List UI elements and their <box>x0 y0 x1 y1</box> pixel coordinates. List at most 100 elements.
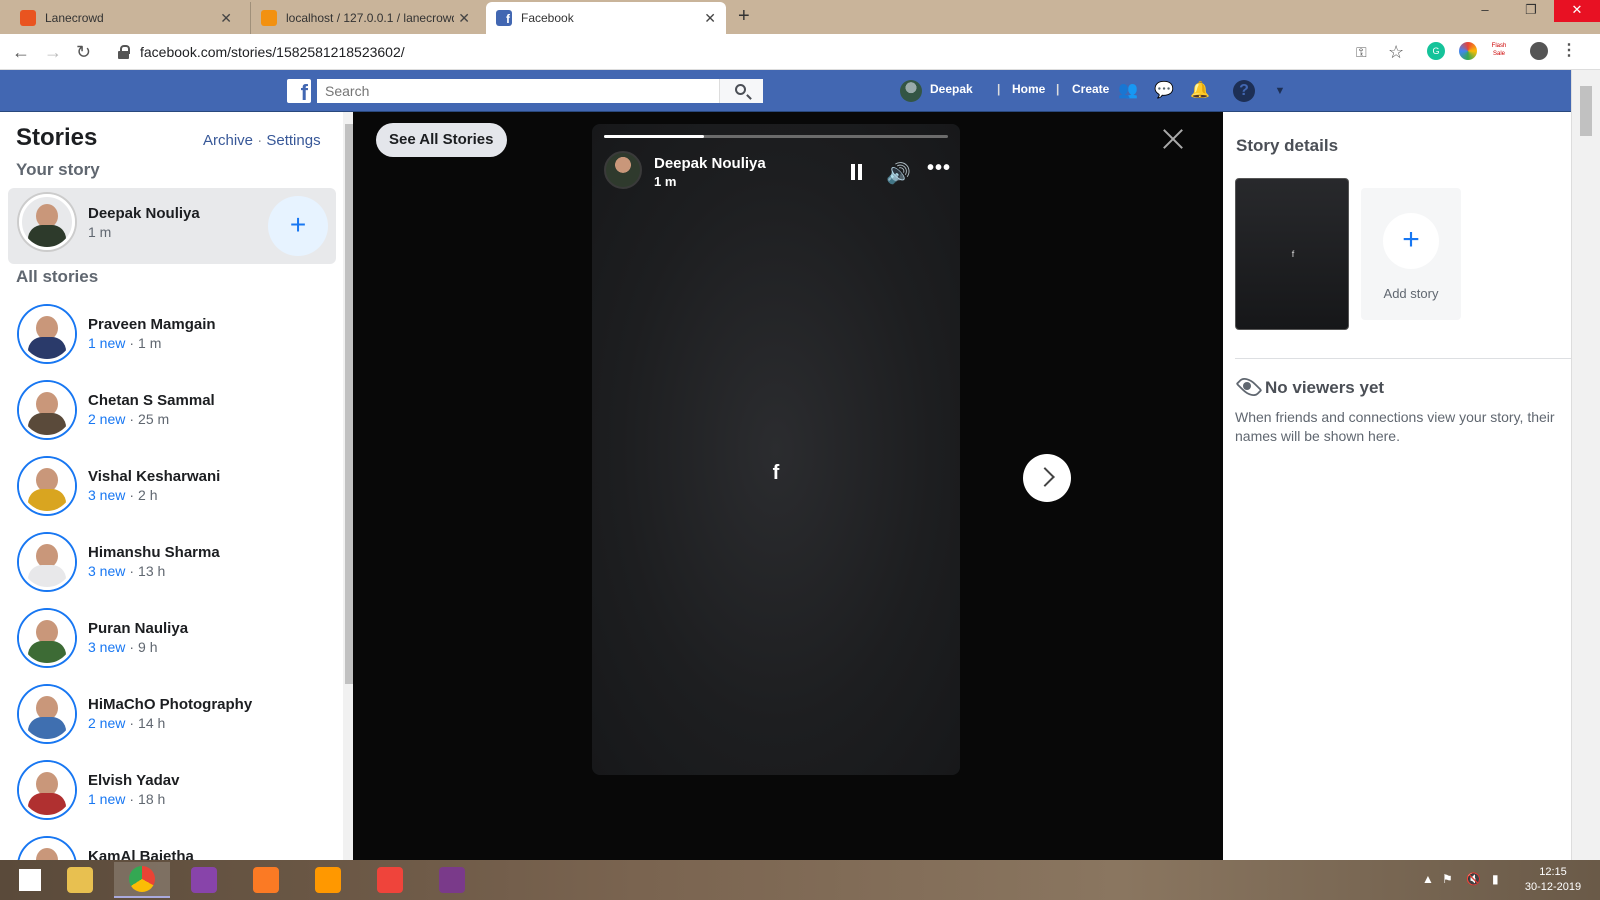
story-time: 18 h <box>138 791 166 807</box>
taskbar-anydesk[interactable] <box>362 862 418 898</box>
story-meta: 1 new · 18 h <box>88 791 165 807</box>
tab-phpmyadmin[interactable]: localhost / 127.0.0.1 / lanecrowd ✕ <box>250 2 480 34</box>
avatar <box>19 838 75 860</box>
avatar <box>19 686 75 742</box>
separator: · <box>129 487 135 503</box>
forward-arrow-icon[interactable]: → <box>44 42 62 63</box>
friends-icon[interactable]: 👥 <box>1117 80 1139 102</box>
add-to-story-button[interactable]: + <box>268 196 328 256</box>
bookmark-star-icon[interactable]: ☆ <box>1388 42 1404 63</box>
grammarly-extension-icon[interactable]: G <box>1427 42 1445 60</box>
profile-link[interactable]: Deepak <box>930 82 973 96</box>
next-story-button[interactable] <box>1023 454 1071 502</box>
git-icon <box>191 867 217 893</box>
avatar[interactable] <box>900 80 922 102</box>
clock-time: 12:15 <box>1539 866 1567 878</box>
taskbar-windows-start[interactable] <box>2 862 58 898</box>
close-icon[interactable]: ✕ <box>704 10 716 27</box>
add-story-button[interactable]: + Add story <box>1361 188 1461 320</box>
tray-arrow-icon[interactable]: ▲ <box>1422 872 1434 886</box>
close-window-button[interactable]: ✕ <box>1554 0 1600 22</box>
close-icon[interactable] <box>1161 126 1185 150</box>
story-author-name: KamAl Bajetha <box>88 848 194 860</box>
avatar <box>19 762 75 818</box>
tab-facebook[interactable]: f Facebook ✕ <box>486 2 726 34</box>
tab-lanecrowd[interactable]: Lanecrowd ✕ <box>10 2 242 34</box>
see-all-stories-button[interactable]: See All Stories <box>376 123 507 157</box>
story-details-title: Story details <box>1236 136 1339 155</box>
minimize-button[interactable]: – <box>1462 0 1508 22</box>
key-icon[interactable]: ⚿ <box>1356 44 1367 61</box>
windows-taskbar <box>0 860 1600 900</box>
page-scrollbar[interactable] <box>1571 70 1600 860</box>
signal-icon[interactable]: ▮ <box>1492 872 1499 886</box>
separator: | <box>1056 82 1060 96</box>
story-thumbnail[interactable]: f <box>1235 178 1349 330</box>
messenger-icon[interactable]: 💬 <box>1153 80 1175 102</box>
url-omnibox[interactable]: facebook.com/stories/1582581218523602/ <box>110 39 1410 65</box>
search-button[interactable] <box>719 79 763 103</box>
home-link[interactable]: Home <box>1012 82 1045 96</box>
reload-icon[interactable]: ↻ <box>76 42 91 63</box>
chrome-icon <box>129 866 155 892</box>
more-options-icon[interactable]: ••• <box>927 157 951 180</box>
account-dropdown-icon[interactable]: ▼ <box>1269 80 1291 102</box>
scrollbar-thumb[interactable] <box>1580 86 1592 136</box>
profile-icon[interactable] <box>1530 42 1548 60</box>
create-link[interactable]: Create <box>1072 82 1109 96</box>
system-clock[interactable]: 12:15 30-12-2019 <box>1518 865 1588 895</box>
pause-icon[interactable] <box>850 164 864 180</box>
search-input[interactable] <box>317 79 719 103</box>
separator: · <box>129 639 135 655</box>
archive-link[interactable]: Archive <box>203 132 253 149</box>
story-list-item[interactable]: HiMaChO Photography 2 new · 14 h <box>0 680 343 756</box>
story-list-item[interactable]: Himanshu Sharma 3 new · 13 h <box>0 528 343 604</box>
stories-title: Stories <box>16 124 98 151</box>
story-owner-name[interactable]: Deepak Nouliya <box>654 155 766 172</box>
taskbar-file-explorer[interactable] <box>52 862 108 898</box>
story-author-name: Himanshu Sharma <box>88 544 220 561</box>
close-icon[interactable]: ✕ <box>220 10 232 27</box>
story-list-item[interactable]: Praveen Mamgain 1 new · 1 m <box>0 300 343 376</box>
network-icon[interactable]: ⚑ <box>1442 872 1453 886</box>
separator: · <box>129 791 135 807</box>
volume-muted-icon[interactable]: 🔇 <box>1466 872 1481 886</box>
taskbar-xampp[interactable] <box>238 862 294 898</box>
tab-title: Facebook <box>521 11 574 25</box>
taskbar-sublime-text[interactable] <box>300 862 356 898</box>
facebook-logo-icon[interactable]: f <box>287 79 311 103</box>
url-text[interactable]: facebook.com/stories/1582581218523602/ <box>140 44 405 60</box>
story-author-name: Chetan S Sammal <box>88 392 215 409</box>
taskbar-winrar[interactable] <box>424 862 480 898</box>
story-list-item[interactable]: Chetan S Sammal 2 new · 25 m <box>0 376 343 452</box>
avatar[interactable] <box>604 151 642 189</box>
taskbar-chrome[interactable] <box>114 862 170 898</box>
story-card[interactable]: Deepak Nouliya 1 m 🔊 ••• f <box>592 124 960 775</box>
story-list-item[interactable]: KamAl Bajetha <box>0 832 343 860</box>
story-time: 13 h <box>138 563 166 579</box>
chevron-right-icon <box>1035 467 1055 487</box>
story-list-item[interactable]: Vishal Kesharwani 3 new · 2 h <box>0 452 343 528</box>
story-author-name: Elvish Yadav <box>88 772 180 789</box>
scrollbar-thumb[interactable] <box>345 124 353 684</box>
volume-icon[interactable]: 🔊 <box>886 161 911 186</box>
settings-link[interactable]: Settings <box>266 132 320 149</box>
separator: · <box>129 563 135 579</box>
close-icon[interactable]: ✕ <box>458 10 470 27</box>
story-list-item[interactable]: Elvish Yadav 1 new · 18 h <box>0 756 343 832</box>
story-list-item[interactable]: Puran Nauliya 3 new · 9 h <box>0 604 343 680</box>
windows-start-icon <box>19 869 41 891</box>
stories-sidebar: Stories Archive · Settings Your story De… <box>0 112 353 860</box>
menu-dots-icon[interactable]: ⋮ <box>1560 42 1578 60</box>
notifications-bell-icon[interactable]: 🔔 <box>1189 80 1211 102</box>
facebook-header: f Deepak | Home | Create 👥 💬 🔔 ? ▼ <box>0 70 1600 112</box>
story-author-name: Praveen Mamgain <box>88 316 216 333</box>
taskbar-git[interactable] <box>176 862 232 898</box>
color-extension-icon[interactable] <box>1459 42 1477 60</box>
back-arrow-icon[interactable]: ← <box>12 42 30 63</box>
new-tab-button[interactable]: + <box>738 5 750 28</box>
help-icon[interactable]: ? <box>1233 80 1255 102</box>
story-author-name: HiMaChO Photography <box>88 696 253 713</box>
flash-sale-extension-icon[interactable]: Flash Sale <box>1490 42 1508 60</box>
restore-button[interactable]: ❐ <box>1508 0 1554 22</box>
